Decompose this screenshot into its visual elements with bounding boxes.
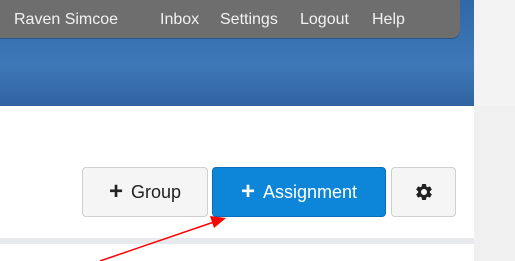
plus-icon: + — [240, 178, 255, 205]
nav-settings[interactable]: Settings — [220, 11, 278, 29]
content-divider — [0, 238, 474, 244]
nav-help[interactable]: Help — [372, 11, 405, 29]
top-navigation: Raven Simcoe Inbox Settings Logout Help — [0, 0, 460, 38]
right-gutter — [474, 106, 515, 261]
nav-inbox[interactable]: Inbox — [160, 11, 199, 29]
plus-icon: + — [108, 178, 123, 205]
add-assignment-label: Assignment — [262, 182, 358, 202]
settings-button[interactable] — [391, 167, 456, 217]
add-group-button[interactable]: + Group — [82, 167, 208, 217]
nav-user-name[interactable]: Raven Simcoe — [14, 11, 118, 29]
header-right-edge — [474, 0, 515, 106]
add-assignment-button[interactable]: + Assignment — [212, 167, 386, 217]
add-group-label: Group — [130, 182, 182, 202]
nav-logout[interactable]: Logout — [300, 11, 349, 29]
gear-icon — [415, 184, 432, 200]
